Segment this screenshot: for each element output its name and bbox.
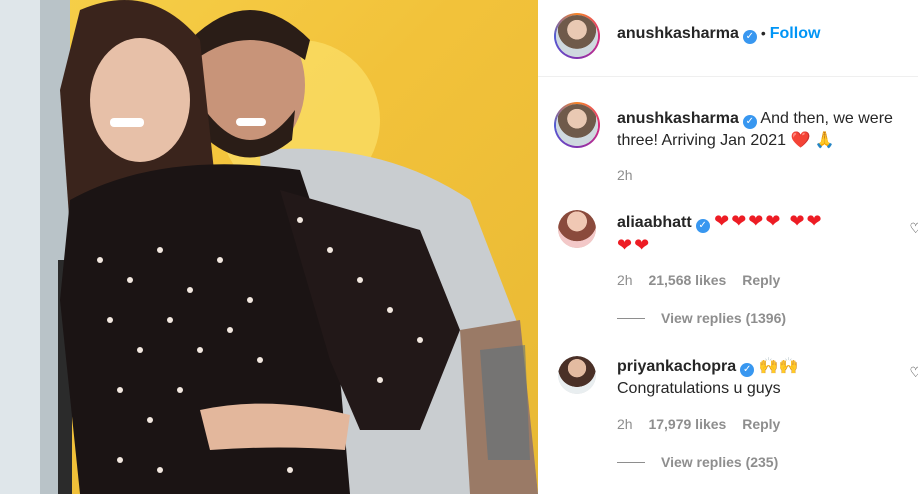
- comment-likes[interactable]: 17,979 likes: [648, 416, 726, 432]
- separator-dot: •: [760, 25, 766, 41]
- view-replies-row: View replies (235): [617, 454, 778, 472]
- verified-badge-icon: ✓: [742, 115, 757, 129]
- reply-button[interactable]: Reply: [742, 272, 780, 288]
- comment-text: Congratulations u guys: [617, 380, 781, 397]
- commenter-avatar[interactable]: [558, 356, 596, 394]
- comment-body: priyankachopra ✓ 🙌🙌 Congratulations u guy…: [617, 356, 907, 400]
- author-username[interactable]: anushkasharma: [617, 25, 739, 42]
- heart-outline-icon[interactable]: ♡: [909, 364, 918, 381]
- divider-line: [617, 462, 645, 464]
- follow-button[interactable]: Follow: [770, 25, 821, 42]
- header-name-row: anushkasharma ✓ • Follow: [617, 25, 820, 44]
- heart-outline-icon[interactable]: ♡: [909, 220, 918, 237]
- caption-body: anushkasharma ✓ And then, we were three! …: [617, 108, 918, 152]
- caption-emoji: ❤️ 🙏: [790, 132, 835, 149]
- couple-photo-illustration: [0, 0, 538, 494]
- verified-badge-icon: ✓: [740, 363, 755, 377]
- instagram-post: anushkasharma ✓ • Follow anushkasharma ✓ And…: [0, 0, 918, 494]
- view-replies-row: View replies (1396): [617, 310, 786, 328]
- divider-line: [617, 318, 645, 320]
- author-avatar[interactable]: [554, 13, 600, 59]
- commenter-username[interactable]: aliaabhatt: [617, 214, 692, 231]
- comment-meta: 2h 21,568 likes Reply: [617, 272, 780, 288]
- caption-username[interactable]: anushkasharma: [617, 110, 739, 127]
- comment-time: 2h: [617, 416, 633, 432]
- comment-time: 2h: [617, 272, 633, 288]
- commenter-avatar[interactable]: [558, 210, 596, 248]
- comment-hearts: ❤❤❤❤ ❤❤: [714, 211, 824, 231]
- comment-hearts-2: ❤❤: [617, 235, 652, 255]
- comment-body: aliaabhatt ✓ ❤❤❤❤ ❤❤ ❤❤: [617, 210, 907, 258]
- post-photo[interactable]: [0, 0, 538, 494]
- view-replies-button[interactable]: View replies (235): [661, 454, 778, 470]
- commenter-username[interactable]: priyankachopra: [617, 358, 736, 375]
- comment-likes[interactable]: 21,568 likes: [648, 272, 726, 288]
- comment-emoji: 🙌🙌: [758, 358, 799, 375]
- post-side-panel: anushkasharma ✓ • Follow anushkasharma ✓ And…: [538, 0, 918, 494]
- verified-badge-icon: ✓: [742, 30, 757, 44]
- verified-badge-icon: ✓: [695, 219, 710, 233]
- reply-button[interactable]: Reply: [742, 416, 780, 432]
- comment-meta: 2h 17,979 likes Reply: [617, 416, 780, 432]
- caption-avatar[interactable]: [554, 102, 600, 148]
- view-replies-button[interactable]: View replies (1396): [661, 310, 786, 326]
- post-header: anushkasharma ✓ • Follow: [538, 0, 918, 77]
- caption-time: 2h: [617, 167, 633, 183]
